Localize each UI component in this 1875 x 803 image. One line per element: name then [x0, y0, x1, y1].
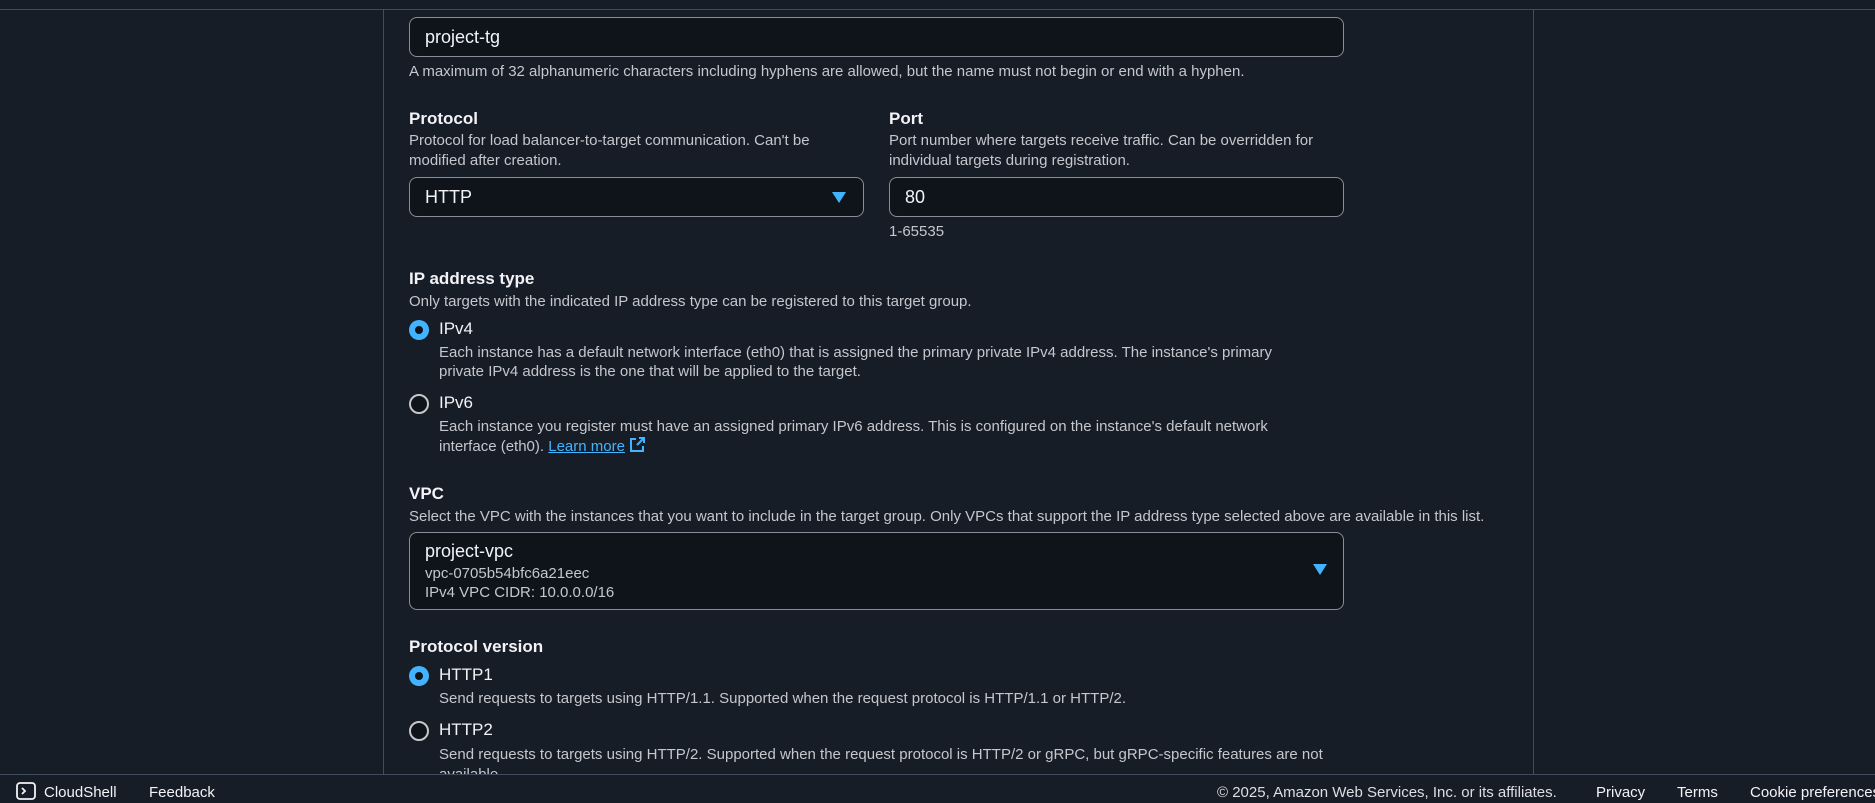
- http1-label[interactable]: HTTP1: [439, 665, 493, 685]
- vpc-selected-cidr: IPv4 VPC CIDR: 10.0.0.0/16: [425, 584, 615, 601]
- ip-address-type-description: Only targets with the indicated IP addre…: [409, 293, 972, 310]
- cloudshell-button[interactable]: CloudShell: [44, 784, 117, 801]
- cookie-preferences-link[interactable]: Cookie preferences: [1750, 784, 1875, 801]
- port-range-hint: 1-65535: [889, 223, 945, 240]
- target-group-name-input[interactable]: project-tg: [409, 17, 1344, 57]
- ipv6-description-line1: Each instance you register must have an …: [439, 418, 1268, 435]
- learn-more-link[interactable]: Learn more: [548, 438, 625, 455]
- top-border: [0, 0, 1875, 10]
- vpc-description: Select the VPC with the instances that y…: [409, 508, 1485, 525]
- caret-down-icon: [1313, 564, 1327, 575]
- protocol-description-line2: modified after creation.: [409, 152, 562, 169]
- protocol-label: Protocol: [409, 109, 478, 128]
- ipv4-description-line2: private IPv4 address is the one that wil…: [439, 363, 861, 380]
- ipv6-description-line2: interface (eth0). Learn more: [439, 437, 646, 457]
- ipv4-label[interactable]: IPv4: [439, 319, 473, 339]
- caret-down-icon: [832, 192, 846, 203]
- vpc-label: VPC: [409, 484, 444, 503]
- cloudshell-icon[interactable]: [16, 782, 36, 800]
- port-label: Port: [889, 109, 923, 128]
- ipv6-description-text: interface (eth0).: [439, 438, 545, 455]
- protocol-selected-value: HTTP: [425, 187, 472, 207]
- ipv4-description-line1: Each instance has a default network inte…: [439, 344, 1273, 361]
- http2-label[interactable]: HTTP2: [439, 720, 493, 740]
- vpc-select[interactable]: project-vpc vpc-0705b54bfc6a21eec IPv4 V…: [409, 532, 1344, 610]
- target-group-name-value: project-tg: [425, 27, 501, 47]
- port-description-line1: Port number where targets receive traffi…: [889, 132, 1314, 149]
- ipv6-radio[interactable]: [409, 394, 429, 414]
- port-description-line2: individual targets during registration.: [889, 152, 1130, 169]
- vpc-selected-name: project-vpc: [425, 541, 514, 561]
- content-left-border: [383, 9, 384, 775]
- ipv6-label[interactable]: IPv6: [439, 393, 473, 413]
- http1-radio[interactable]: [409, 666, 429, 686]
- port-input[interactable]: 80: [889, 177, 1344, 217]
- protocol-description-line1: Protocol for load balancer-to-target com…: [409, 132, 810, 149]
- terms-link[interactable]: Terms: [1677, 784, 1718, 801]
- http2-radio[interactable]: [409, 721, 429, 741]
- feedback-button[interactable]: Feedback: [149, 784, 215, 801]
- protocol-version-label: Protocol version: [409, 637, 544, 656]
- http2-description-line1: Send requests to targets using HTTP/2. S…: [439, 746, 1323, 763]
- ip-address-type-label: IP address type: [409, 269, 535, 288]
- external-link-icon[interactable]: [629, 437, 646, 453]
- content-right-border: [1533, 9, 1534, 775]
- http1-description: Send requests to targets using HTTP/1.1.…: [439, 690, 1127, 707]
- vpc-selected-id: vpc-0705b54bfc6a21eec: [425, 565, 590, 582]
- copyright-text: © 2025, Amazon Web Services, Inc. or its…: [1217, 784, 1557, 801]
- target-group-name-hint: A maximum of 32 alphanumeric characters …: [409, 63, 1245, 80]
- privacy-link[interactable]: Privacy: [1596, 784, 1645, 801]
- ipv4-radio[interactable]: [409, 320, 429, 340]
- protocol-select[interactable]: HTTP: [409, 177, 864, 217]
- port-value: 80: [905, 187, 926, 207]
- footer-bar: CloudShell Feedback © 2025, Amazon Web S…: [0, 774, 1875, 803]
